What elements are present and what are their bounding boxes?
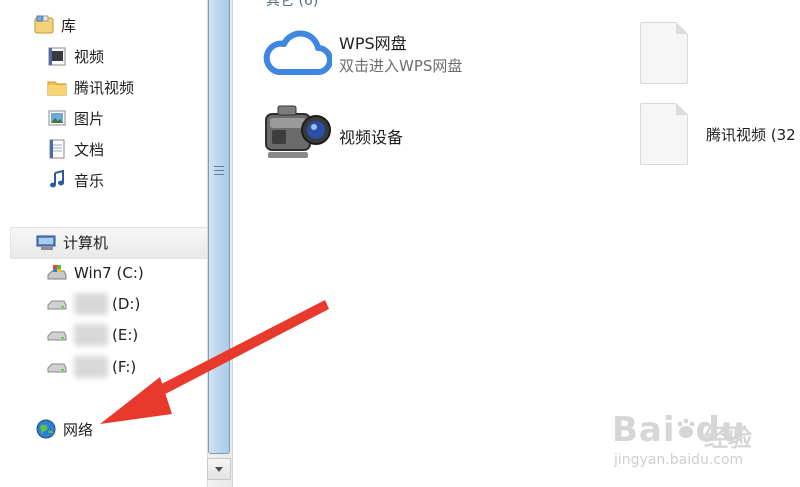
arrow-shaft — [140, 300, 329, 404]
arrow-head — [100, 377, 172, 424]
watermark-logo-cn: 经验 — [704, 424, 752, 452]
watermark-logo-left: Bai — [612, 410, 676, 450]
paw-icon — [676, 410, 696, 450]
watermark-url: jingyan.baidu.com — [614, 452, 744, 468]
